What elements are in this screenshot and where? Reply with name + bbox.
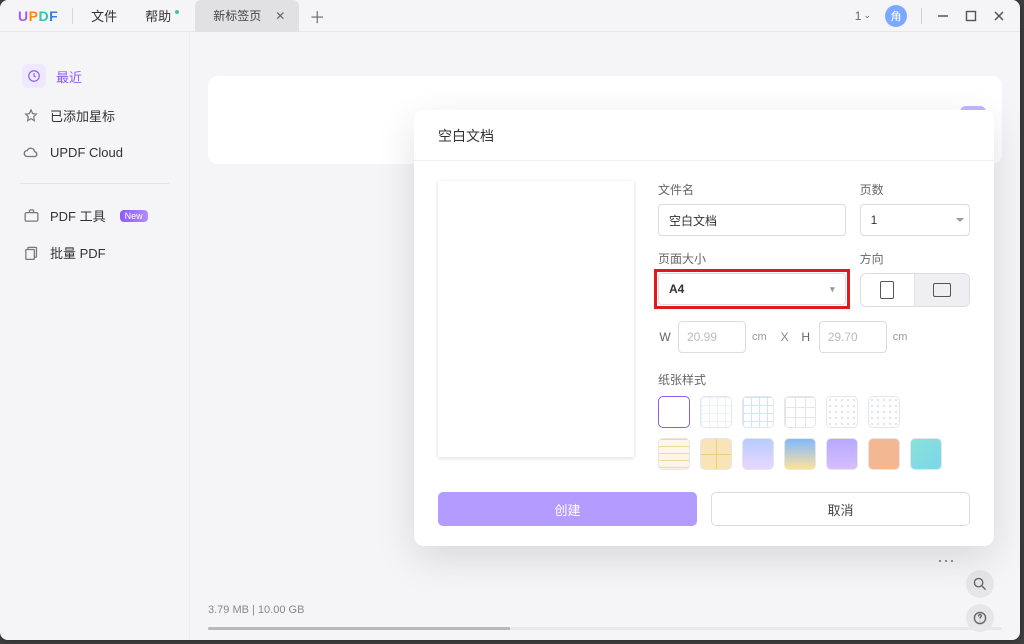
- orientation-portrait[interactable]: [861, 274, 915, 306]
- swatch-dots[interactable]: [826, 396, 858, 428]
- blank-document-dialog: 空白文档 文件名 页数: [414, 110, 994, 546]
- portrait-icon: [880, 281, 894, 299]
- toolbox-icon: [22, 207, 40, 225]
- sidebar-label: 批量 PDF: [50, 243, 106, 262]
- orientation-label: 方向: [860, 250, 970, 267]
- sidebar-label: 已添加星标: [50, 106, 115, 125]
- pagesize-value: A4: [669, 282, 684, 296]
- filename-label: 文件名: [658, 181, 846, 198]
- swatch-peach[interactable]: [868, 438, 900, 470]
- paperstyle-label: 纸张样式: [658, 371, 970, 388]
- title-bar: UPDF 文件 帮助 新标签页 ✕ ＋ 1 ⌄ 角: [0, 0, 1020, 32]
- window-count[interactable]: 1 ⌄: [855, 9, 871, 23]
- batch-icon: [22, 244, 40, 262]
- swatch-gradient-sky[interactable]: [784, 438, 816, 470]
- swatch-blank[interactable]: [658, 396, 690, 428]
- chevron-down-icon: ▾: [830, 284, 835, 295]
- filename-input[interactable]: [658, 204, 846, 236]
- window-minimize[interactable]: [936, 10, 950, 22]
- menu-help[interactable]: 帮助: [131, 6, 185, 25]
- tab-new[interactable]: 新标签页 ✕: [195, 0, 299, 32]
- height-unit: cm: [893, 331, 912, 343]
- storage-progress: [208, 627, 1002, 630]
- tab-title: 新标签页: [213, 7, 261, 24]
- swatch-ruled[interactable]: [658, 438, 690, 470]
- sidebar-label: PDF 工具: [50, 206, 106, 225]
- dimensions-row: W cm X H cm: [658, 321, 970, 353]
- pagesize-label: 页面大小: [658, 250, 846, 267]
- swatch-gradient-purple[interactable]: [826, 438, 858, 470]
- create-button[interactable]: 创建: [438, 492, 697, 526]
- cancel-button[interactable]: 取消: [711, 492, 970, 526]
- width-label: W: [658, 330, 672, 344]
- separator: [921, 8, 922, 24]
- swatch-teal[interactable]: [910, 438, 942, 470]
- swatch-gradient-blue[interactable]: [742, 438, 774, 470]
- height-input[interactable]: [819, 321, 887, 353]
- orientation-group: [860, 273, 970, 307]
- clock-icon: [22, 64, 46, 88]
- new-badge: New: [120, 210, 148, 222]
- sidebar-label: UPDF Cloud: [50, 145, 123, 160]
- storage-text: 3.79 MB | 10.00 GB: [208, 604, 304, 616]
- dimension-separator: X: [777, 330, 793, 344]
- orientation-landscape[interactable]: [915, 274, 969, 306]
- app-window: UPDF 文件 帮助 新标签页 ✕ ＋ 1 ⌄ 角: [0, 0, 1020, 640]
- separator: [20, 183, 169, 184]
- storage-bar: [208, 627, 1002, 630]
- sidebar-item-batch[interactable]: 批量 PDF: [12, 235, 177, 270]
- sidebar-item-cloud[interactable]: UPDF Cloud: [12, 135, 177, 169]
- pages-label: 页数: [860, 181, 970, 198]
- tab-add-button[interactable]: ＋: [309, 4, 325, 28]
- swatch-grid-blue[interactable]: [742, 396, 774, 428]
- swatch-grid-light[interactable]: [700, 396, 732, 428]
- cloud-icon: [22, 143, 40, 161]
- window-maximize[interactable]: [964, 10, 978, 22]
- pages-input[interactable]: [860, 204, 970, 236]
- separator: [72, 8, 73, 24]
- avatar[interactable]: 角: [885, 5, 907, 27]
- landscape-icon: [933, 283, 951, 297]
- swatch-grid-big[interactable]: [784, 396, 816, 428]
- sidebar-item-starred[interactable]: 已添加星标: [12, 98, 177, 133]
- menu-bar: 文件 帮助: [77, 6, 185, 25]
- menu-file[interactable]: 文件: [77, 6, 131, 25]
- app-logo: UPDF: [8, 0, 68, 32]
- swatch-dots-blue[interactable]: [868, 396, 900, 428]
- sidebar-item-recent[interactable]: 最近: [12, 56, 177, 96]
- search-button[interactable]: [966, 570, 994, 598]
- sidebar-item-tools[interactable]: PDF 工具 New: [12, 198, 177, 233]
- dialog-title: 空白文档: [414, 110, 994, 161]
- window-close[interactable]: [992, 10, 1006, 22]
- width-input[interactable]: [678, 321, 746, 353]
- height-label: H: [799, 330, 813, 344]
- dialog-form: 文件名 页数 页面大小: [658, 181, 970, 470]
- sidebar: 最近 已添加星标 UPDF Cloud PDF 工具 New 批量 PDF: [0, 32, 190, 640]
- width-unit: cm: [752, 331, 771, 343]
- star-icon: [22, 107, 40, 125]
- file-menu-button[interactable]: ⋯: [926, 546, 966, 576]
- tab-close-icon[interactable]: ✕: [275, 9, 285, 23]
- swatch-quadrant[interactable]: [700, 438, 732, 470]
- content-area: › ⋯ ⋯ ⋯ ⋯ 3.79 MB | 10.00 GB 空白文档: [190, 32, 1020, 640]
- page-preview: [438, 181, 634, 457]
- chevron-down-icon: ⌄: [863, 10, 871, 21]
- titlebar-right: 1 ⌄ 角: [855, 5, 1012, 27]
- sidebar-label: 最近: [56, 67, 82, 86]
- pagesize-select[interactable]: A4 ▾: [658, 273, 846, 305]
- window-count-value: 1: [855, 9, 862, 23]
